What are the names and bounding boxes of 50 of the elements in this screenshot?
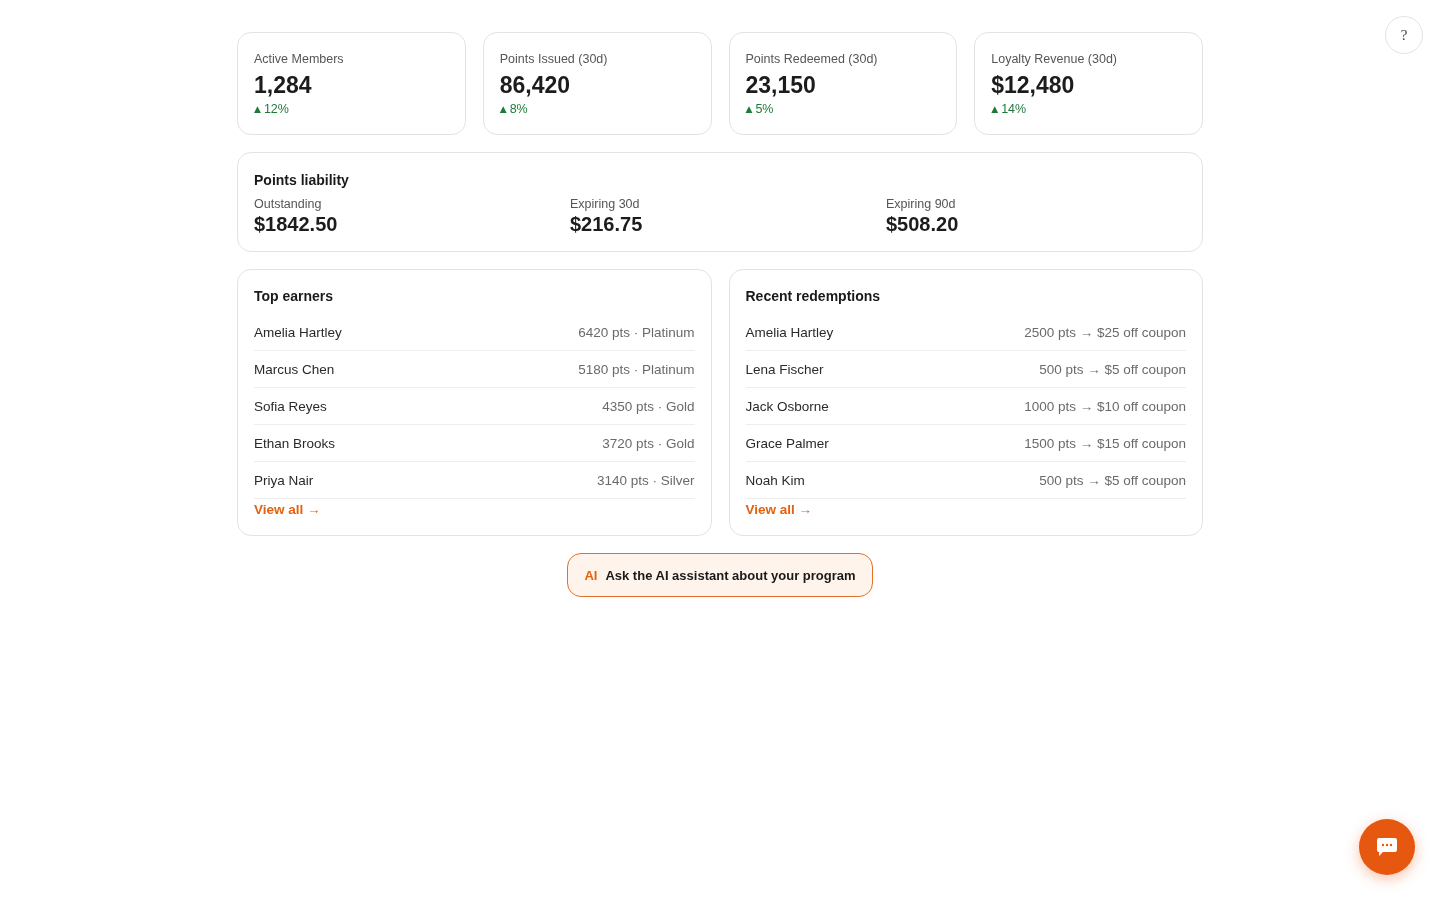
- liability-value: $1842.50: [254, 212, 339, 236]
- stat-value: 1,284: [254, 71, 313, 100]
- chat-bubble-icon: [1377, 838, 1397, 856]
- liability-label: Expiring 90d: [886, 196, 957, 212]
- row-name: Grace Palmer: [745, 435, 829, 451]
- liability-value: $216.75: [570, 212, 644, 236]
- trend-arrow: ▲: [745, 103, 753, 116]
- liability-label: Outstanding: [254, 196, 323, 212]
- row-name: Marcus Chen: [254, 361, 335, 377]
- trend-arrow: ▲: [499, 103, 507, 116]
- trend-change: 5%: [755, 101, 774, 117]
- row-name: Lena Fischer: [745, 361, 824, 377]
- card-title: Recent redemptions: [745, 287, 882, 306]
- row-detail: 2500 pts → $25 off coupon: [1024, 324, 1186, 340]
- stat-label: Points Issued (30d): [499, 51, 609, 67]
- stat-label: Active Members: [254, 51, 345, 67]
- row-name: Sofia Reyes: [254, 398, 327, 414]
- ask-assistant-button[interactable]: AI Ask the AI assistant about your program: [567, 553, 873, 597]
- row-name: Noah Kim: [745, 472, 805, 488]
- row-detail: 3720 pts · Gold: [602, 435, 695, 451]
- trend-change: 12%: [263, 101, 289, 117]
- row-name: Amelia Hartley: [254, 324, 342, 340]
- stat-label: Points Redeemed (30d): [745, 51, 879, 67]
- help-button[interactable]: ?: [1385, 16, 1423, 54]
- trend-change: 8%: [509, 101, 528, 117]
- trend-arrow: ▲: [254, 103, 261, 116]
- stat-label: Loyalty Revenue (30d): [991, 51, 1119, 67]
- row-detail: 6420 pts · Platinum: [578, 324, 695, 340]
- row-detail: 1500 pts → $15 off coupon: [1024, 435, 1186, 451]
- liability-label: Expiring 30d: [570, 196, 641, 212]
- stat-value: $12,480: [991, 71, 1076, 100]
- stat-value: 23,150: [745, 71, 817, 100]
- stat-value: 86,420: [499, 71, 572, 100]
- chat-button[interactable]: [1359, 819, 1415, 875]
- ai-tag: AI: [584, 567, 598, 583]
- row-detail: 1000 pts → $10 off coupon: [1024, 398, 1186, 414]
- row-detail: 5180 pts · Platinum: [578, 361, 695, 377]
- liability-value: $508.20: [886, 212, 960, 236]
- card-title: Top earners: [254, 287, 335, 306]
- row-detail: 3140 pts · Silver: [596, 472, 695, 488]
- trend-change: 14%: [1001, 101, 1027, 117]
- row-detail: 4350 pts · Gold: [602, 398, 695, 414]
- row-detail: 500 pts → $5 off coupon: [1039, 472, 1186, 488]
- trend-arrow: ▲: [991, 103, 999, 116]
- row-name: Jack Osborne: [745, 398, 829, 414]
- row-detail: 500 pts → $5 off coupon: [1039, 361, 1186, 377]
- row-name: Priya Nair: [254, 472, 314, 488]
- card-title: Points liability: [254, 171, 350, 190]
- row-name: Ethan Brooks: [254, 435, 336, 451]
- row-name: Amelia Hartley: [745, 324, 834, 340]
